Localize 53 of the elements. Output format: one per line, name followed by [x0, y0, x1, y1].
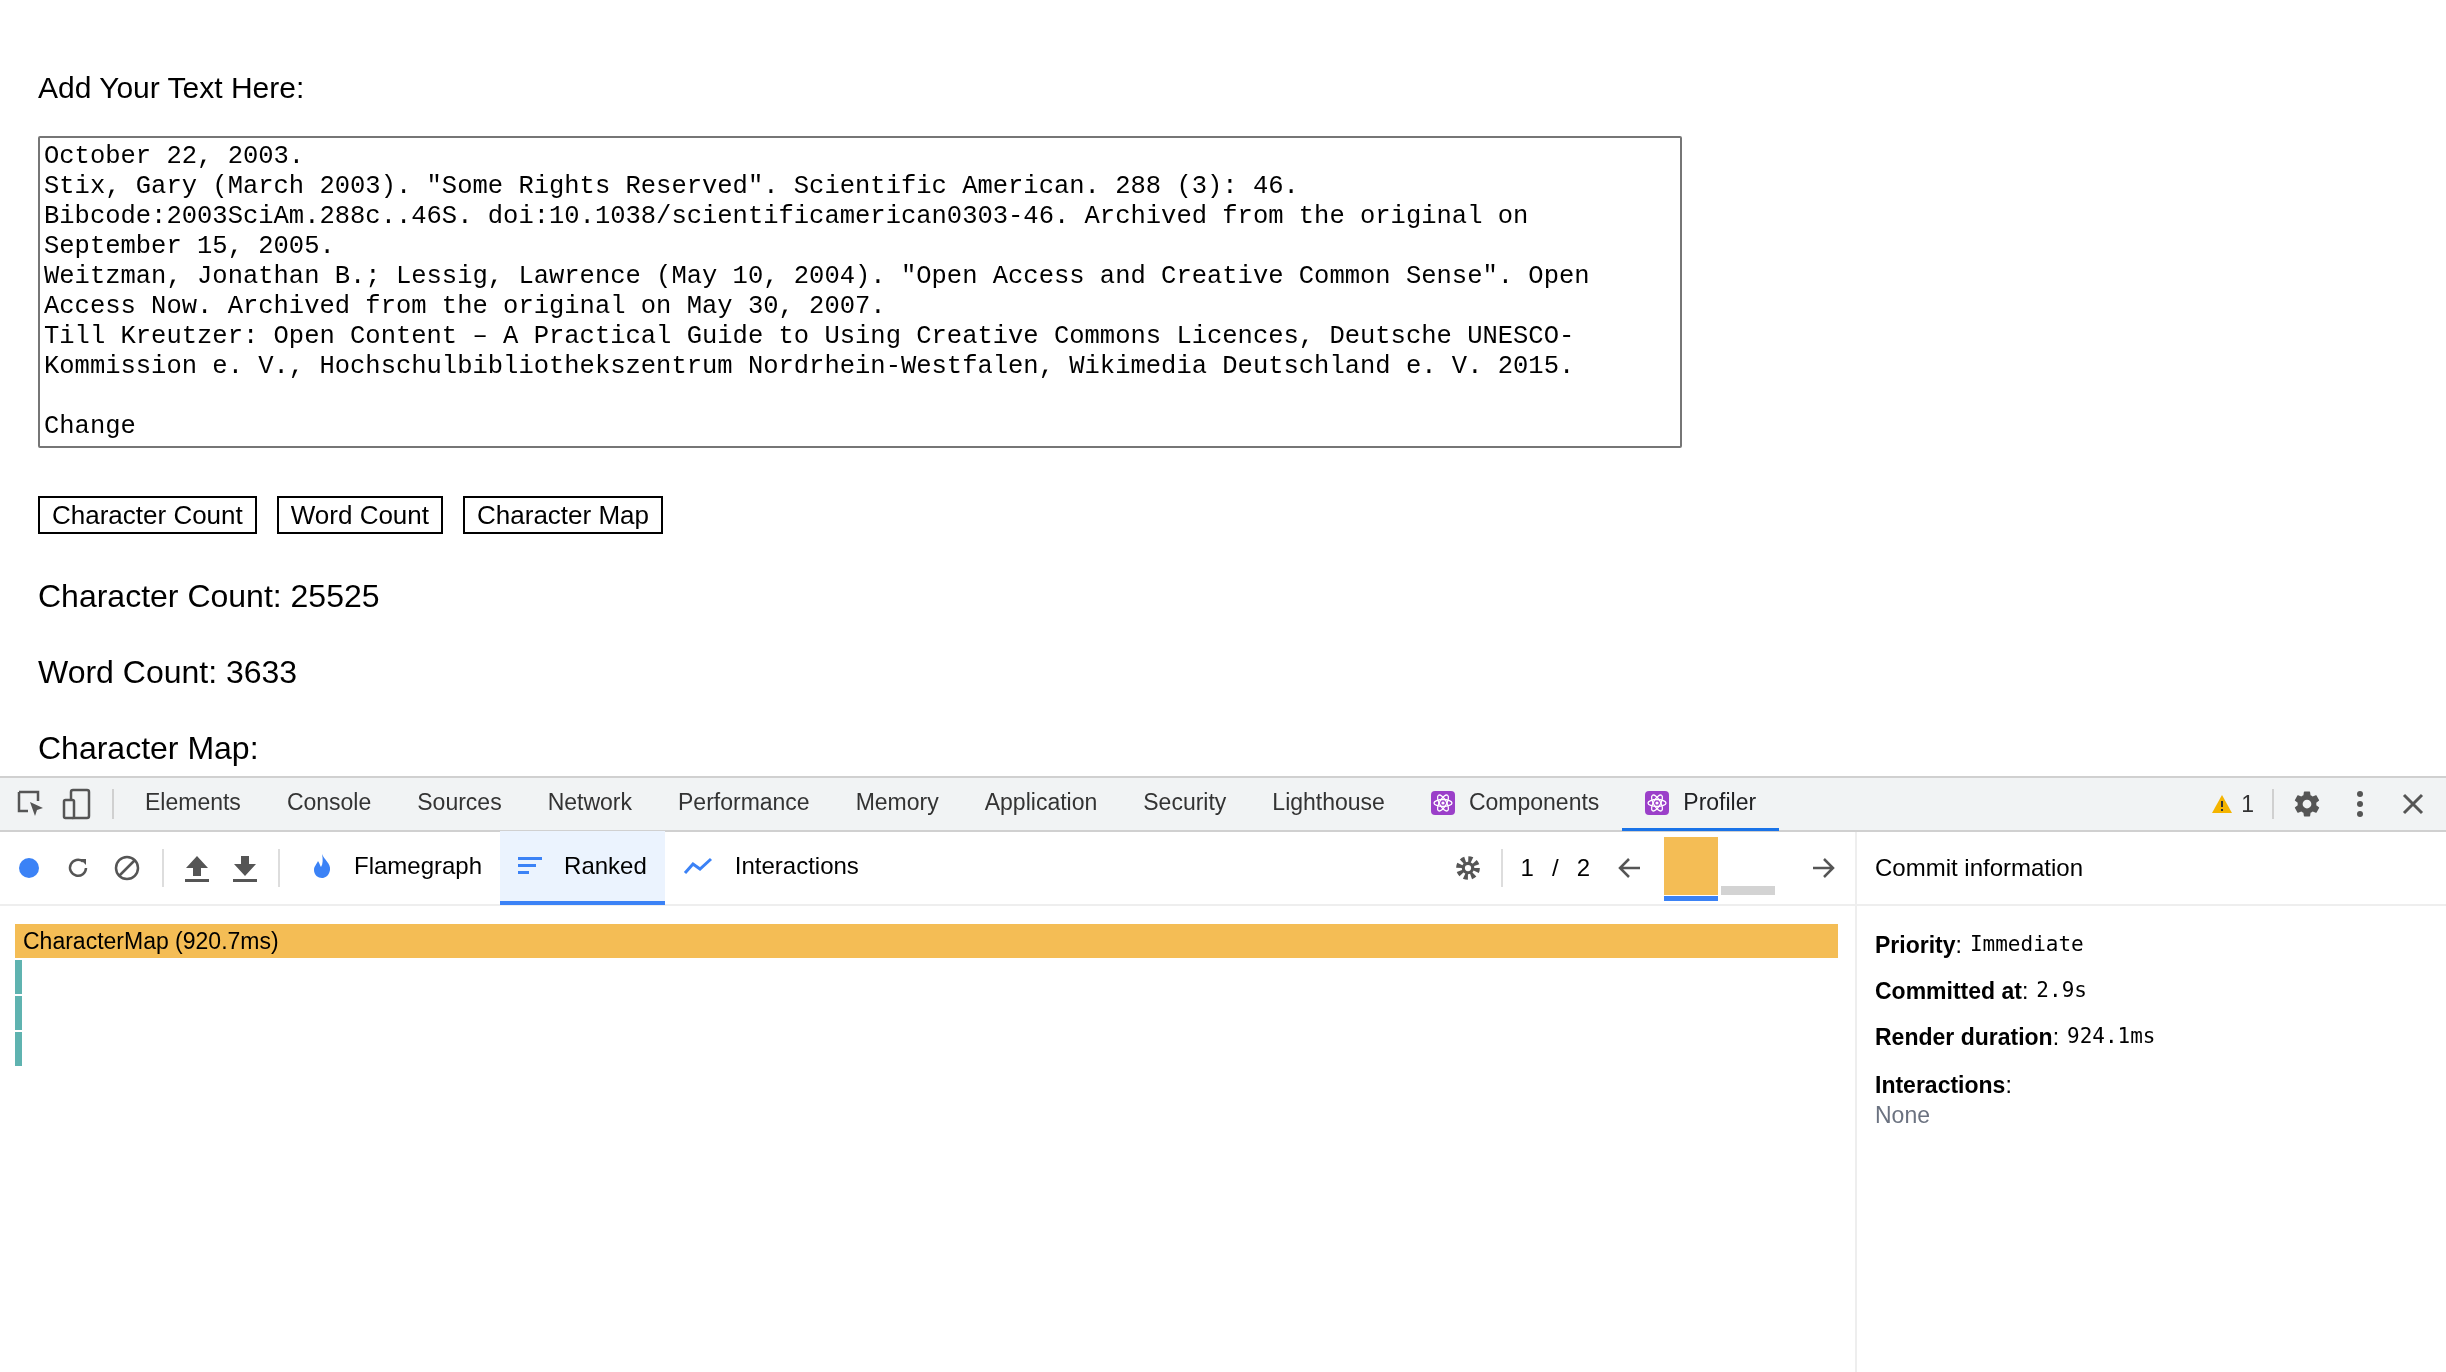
heading: Add Your Text Here:: [38, 70, 305, 106]
line-chart-icon: [682, 856, 713, 876]
atom-icon: [1430, 790, 1455, 815]
panel-title: Commit information: [1875, 853, 2084, 883]
clear-icon[interactable]: [114, 855, 140, 881]
more-icon[interactable]: [2356, 790, 2364, 818]
devtools-tab[interactable]: Console: [263, 777, 395, 831]
device-icon[interactable]: [62, 788, 92, 820]
commit-position: 1: [1520, 853, 1534, 883]
view-tab[interactable]: Flamegraph: [294, 831, 501, 905]
warning-icon: [2211, 794, 2234, 814]
devtools-tab[interactable]: Memory: [832, 777, 962, 831]
action-button[interactable]: Character Count: [38, 496, 257, 534]
devtools-tab[interactable]: Security: [1120, 777, 1250, 831]
devtools-tab[interactable]: Lighthouse: [1249, 777, 1408, 831]
result-text: Character Count: 25525: [38, 577, 380, 616]
view-tab[interactable]: Interactions: [664, 831, 877, 905]
devtools-tab[interactable]: Sources: [394, 777, 525, 831]
commit-total: 2: [1576, 853, 1590, 883]
devtools-tab[interactable]: Application: [961, 777, 1121, 831]
action-button[interactable]: Character Map: [463, 496, 663, 534]
devtools-tab[interactable]: Profiler: [1622, 777, 1780, 831]
result-text: Word Count: 3633: [38, 653, 299, 692]
atom-icon: [1645, 790, 1670, 815]
arrow-right-icon[interactable]: [1811, 857, 1835, 879]
result-text: Character Map:: [38, 729, 260, 768]
devtools-tab[interactable]: Performance: [655, 777, 833, 831]
devtools-tab[interactable]: Elements: [122, 777, 264, 831]
devtools-tab[interactable]: Network: [524, 777, 655, 831]
warning-badge[interactable]: 1: [2211, 786, 2272, 822]
action-button[interactable]: Word Count: [276, 496, 444, 534]
reload-icon[interactable]: [66, 856, 90, 880]
field-value: Immediate: [1969, 931, 2084, 959]
flame-icon: [312, 853, 332, 879]
download-icon[interactable]: [232, 854, 258, 882]
record-icon[interactable]: [18, 857, 40, 879]
ranked-bar[interactable]: CharacterMap (920.7ms): [15, 924, 1838, 958]
arrow-left-icon[interactable]: [1618, 857, 1642, 879]
field-label: Committed at:: [1875, 976, 2029, 1006]
field-value: 924.1ms: [2067, 1023, 2156, 1051]
interactions-value: None: [1875, 1101, 1931, 1130]
field-label: Render duration:: [1875, 1022, 2059, 1052]
upload-icon[interactable]: [184, 854, 210, 882]
commit-separator: /: [1551, 853, 1559, 883]
devtools-tab[interactable]: Components: [1407, 777, 1623, 831]
view-tab[interactable]: Ranked: [500, 831, 665, 905]
field-label: Priority:: [1875, 930, 1962, 960]
text-area[interactable]: October 22, 2003. Stix, Gary (March 2003). "Some Rights Reserved". Scientific American. 288 (3): 46. Bibcode:2003SciAm.288c..46S. doi:10.1038/scientificamerican0303-46. Archived from the original on September 15, 2005. Weitzman, Jonathan B.; Lessig, Lawrence (May 10, 2004). "Open Access and Creative Common Sense". Open Access Now. Archived from the original on May 30, 2007. Till Kreutzer: Open Content – A Practical Guide to Using Creative Commons Licences, Deutsche UNESCO- Kommission e. V., Hochschulbibliothekszentrum Nordrhein-Westfalen, Wikimedia Deutschland e. V. 2015. Change: [38, 136, 1682, 448]
close-icon[interactable]: [2402, 793, 2424, 815]
settings-icon[interactable]: [2292, 789, 2322, 819]
ranked-icon: [518, 856, 543, 876]
field-value: 2.9s: [2036, 977, 2087, 1005]
interactions-label: Interactions:: [1875, 1071, 2013, 1100]
